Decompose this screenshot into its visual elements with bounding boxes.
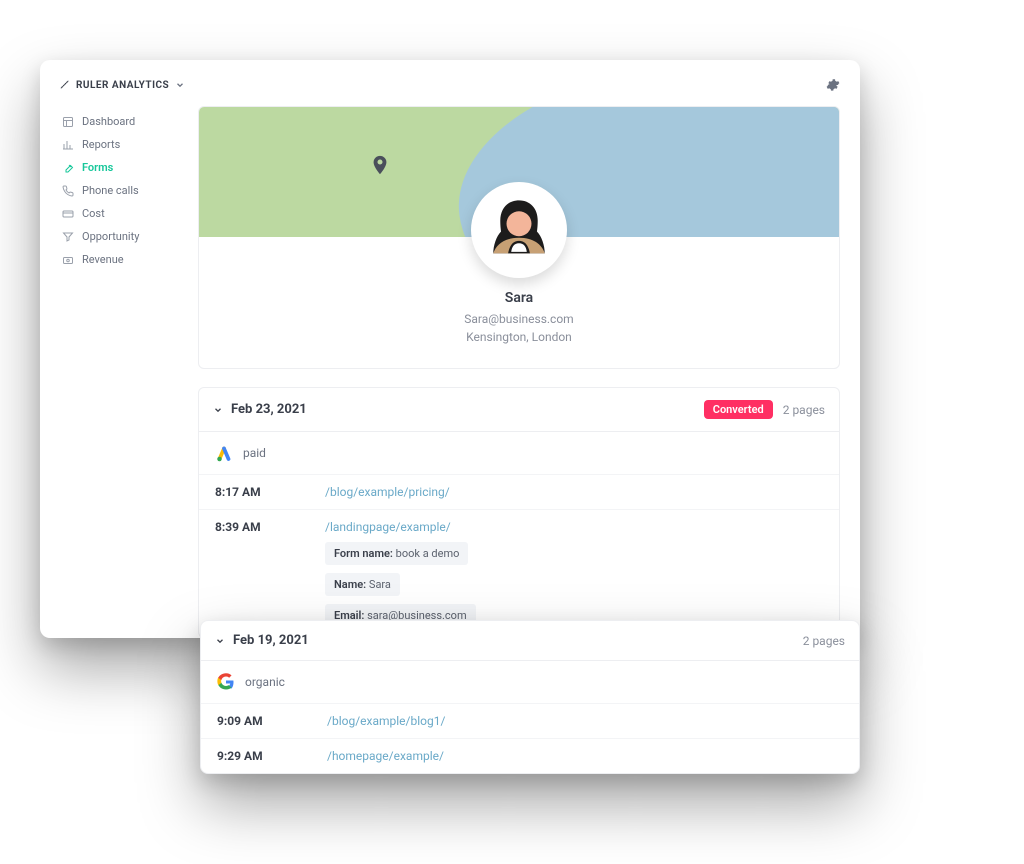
session-event-row: 9:09 AM /blog/example/blog1/ bbox=[201, 704, 859, 739]
sidebar-item-forms[interactable]: Forms bbox=[60, 156, 180, 179]
session-header[interactable]: Feb 19, 2021 2 pages bbox=[201, 621, 859, 661]
event-path[interactable]: /homepage/example/ bbox=[327, 749, 444, 763]
session-date: Feb 23, 2021 bbox=[231, 402, 307, 417]
event-time: 8:17 AM bbox=[215, 485, 325, 499]
sidebar-item-label: Cost bbox=[82, 207, 105, 220]
dashboard-icon bbox=[62, 116, 74, 128]
profile-name: Sara bbox=[209, 290, 829, 306]
google-ads-icon bbox=[215, 444, 233, 462]
sidebar-item-cost[interactable]: Cost bbox=[60, 202, 180, 225]
session-card: Feb 23, 2021 Converted 2 pages paid bbox=[198, 387, 840, 638]
chevron-down-icon bbox=[213, 405, 223, 415]
sidebar-item-label: Forms bbox=[82, 161, 113, 174]
sidebar-item-reports[interactable]: Reports bbox=[60, 133, 180, 156]
avatar bbox=[471, 182, 567, 278]
sidebar-item-label: Dashboard bbox=[82, 115, 135, 128]
brand-switcher[interactable]: RULER ANALYTICS bbox=[60, 80, 185, 91]
pages-count: 2 pages bbox=[783, 403, 825, 417]
app-header: RULER ANALYTICS bbox=[60, 78, 840, 92]
sidebar-item-phone-calls[interactable]: Phone calls bbox=[60, 179, 180, 202]
chevron-down-icon bbox=[175, 80, 185, 90]
session-event-row: 8:17 AM /blog/example/pricing/ bbox=[199, 475, 839, 510]
session-date: Feb 19, 2021 bbox=[233, 633, 309, 648]
gear-icon[interactable] bbox=[826, 78, 840, 92]
google-icon bbox=[217, 673, 235, 691]
sidebar-item-dashboard[interactable]: Dashboard bbox=[60, 110, 180, 133]
cost-icon bbox=[62, 208, 74, 220]
pages-count: 2 pages bbox=[803, 634, 845, 648]
sidebar-item-opportunity[interactable]: Opportunity bbox=[60, 225, 180, 248]
event-time: 8:39 AM bbox=[215, 520, 325, 534]
app-window: RULER ANALYTICS Dashboard Reports Forms … bbox=[40, 60, 860, 638]
session-source: organic bbox=[201, 661, 859, 704]
reports-icon bbox=[62, 139, 74, 151]
brand-name: RULER ANALYTICS bbox=[76, 80, 169, 91]
map-pin-icon bbox=[369, 151, 391, 179]
source-channel: paid bbox=[243, 446, 266, 460]
forms-icon bbox=[62, 162, 74, 174]
sidebar-item-label: Reports bbox=[82, 138, 120, 151]
session-header[interactable]: Feb 23, 2021 Converted 2 pages bbox=[199, 388, 839, 432]
phone-icon bbox=[62, 185, 74, 197]
sidebar-item-revenue[interactable]: Revenue bbox=[60, 248, 180, 271]
form-field-formname: Form name: book a demo bbox=[325, 542, 468, 565]
sidebar-item-label: Phone calls bbox=[82, 184, 139, 197]
sidebar-item-label: Opportunity bbox=[82, 230, 139, 243]
session-source: paid bbox=[199, 432, 839, 475]
event-path[interactable]: /blog/example/blog1/ bbox=[327, 714, 445, 728]
avatar-person-icon bbox=[480, 191, 558, 269]
sidebar: Dashboard Reports Forms Phone calls Cost… bbox=[60, 106, 180, 638]
profile-email: Sara@business.com bbox=[209, 310, 829, 328]
event-time: 9:09 AM bbox=[217, 714, 327, 728]
event-path[interactable]: /blog/example/pricing/ bbox=[325, 485, 450, 499]
chevron-down-icon bbox=[215, 636, 225, 646]
opportunity-icon bbox=[62, 231, 74, 243]
session-event-row: 8:39 AM /landingpage/example/ Form name:… bbox=[199, 510, 839, 637]
converted-badge: Converted bbox=[704, 400, 773, 419]
event-time: 9:29 AM bbox=[217, 749, 327, 763]
form-field-name: Name: Sara bbox=[325, 573, 400, 596]
profile-location: Kensington, London bbox=[209, 328, 829, 346]
profile-card: Sara Sara@business.com Kensington, Londo… bbox=[198, 106, 840, 369]
session-event-row: 9:29 AM /homepage/example/ bbox=[201, 739, 859, 773]
session-card: Feb 19, 2021 2 pages organic 9:09 AM /bl… bbox=[200, 620, 860, 774]
ruler-icon bbox=[60, 80, 70, 90]
revenue-icon bbox=[62, 254, 74, 266]
event-path[interactable]: /landingpage/example/ bbox=[325, 520, 451, 534]
sidebar-item-label: Revenue bbox=[82, 253, 124, 266]
source-channel: organic bbox=[245, 675, 285, 689]
